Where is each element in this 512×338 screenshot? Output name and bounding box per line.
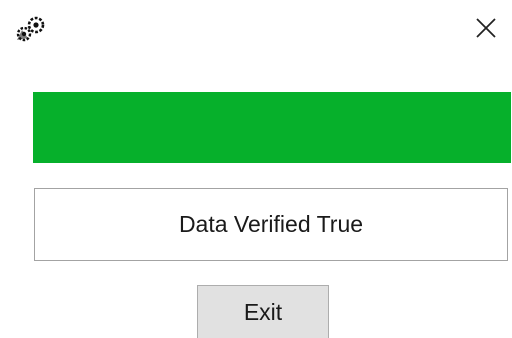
- close-icon: [475, 17, 497, 44]
- close-button[interactable]: [470, 14, 502, 46]
- status-display: Data Verified True: [34, 188, 508, 261]
- gears-icon: [14, 14, 46, 44]
- title-bar: [0, 0, 512, 62]
- status-text: Data Verified True: [178, 211, 364, 237]
- dialog-window: Data Verified True Exit: [0, 0, 512, 338]
- progress-bar: [33, 92, 511, 163]
- exit-button[interactable]: Exit: [197, 285, 329, 338]
